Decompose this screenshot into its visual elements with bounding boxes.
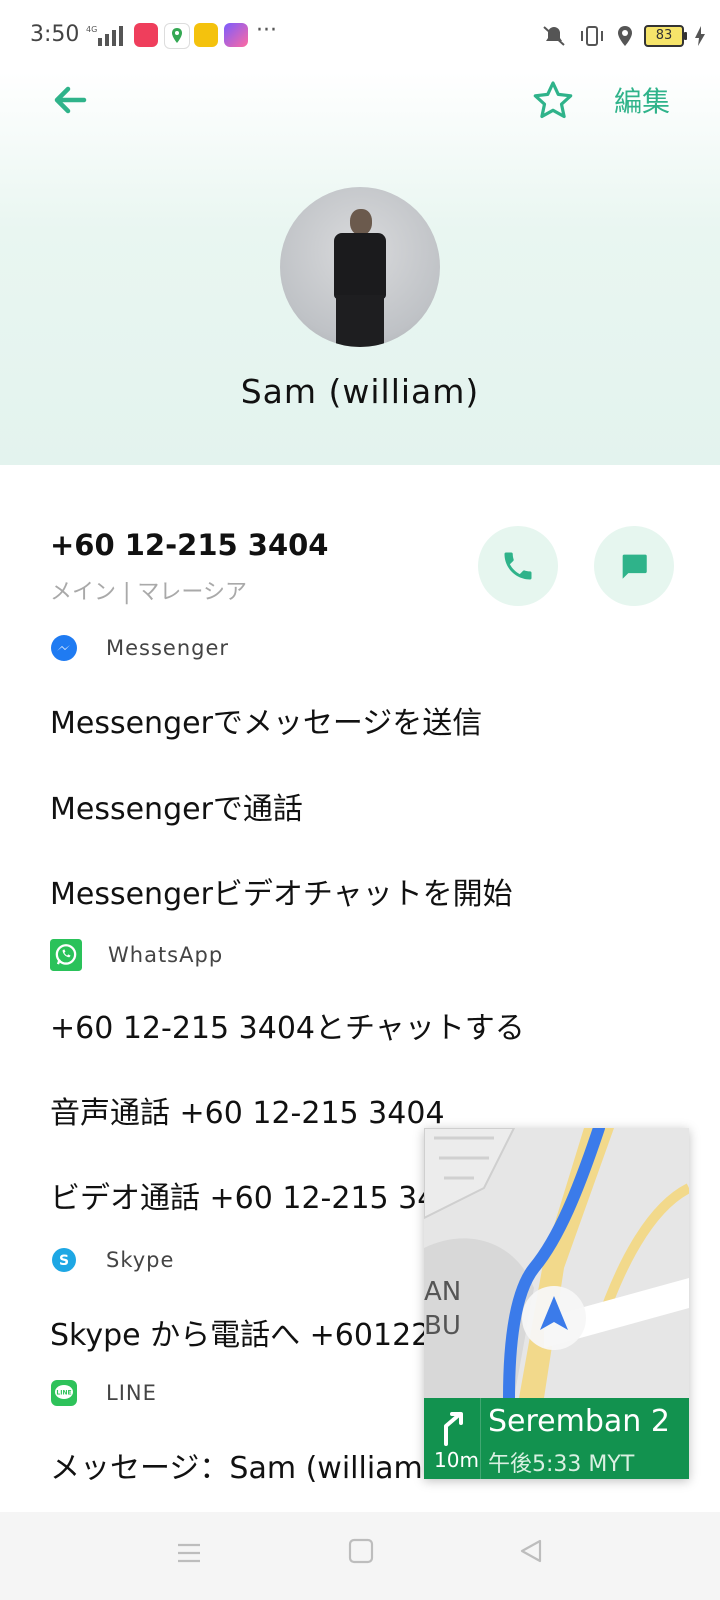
map-view: AN BU	[424, 1128, 689, 1398]
maps-app-icon	[164, 23, 190, 49]
messenger-video-chat[interactable]: Messengerビデオチャットを開始	[50, 869, 513, 913]
svg-text:S: S	[59, 1253, 69, 1269]
navigation-banner: 10m Seremban 2 午後5:33 MYT	[424, 1398, 689, 1479]
back-arrow-icon[interactable]	[48, 78, 92, 122]
line-icon: LINE	[51, 1380, 77, 1406]
section-label-skype: Skype	[106, 1248, 175, 1272]
whatsapp-chat[interactable]: +60 12-215 3404とチャットする	[50, 1003, 525, 1047]
section-label-whatsapp: WhatsApp	[108, 943, 224, 967]
message-button[interactable]	[594, 526, 674, 606]
system-navigation-bar	[0, 1512, 720, 1600]
svg-text:LINE: LINE	[56, 1390, 71, 1397]
destination-name: Seremban 2	[488, 1404, 670, 1439]
favorite-star-icon[interactable]	[530, 78, 576, 124]
signal-icon: 4G	[86, 25, 123, 46]
phone-icon	[504, 552, 532, 580]
section-label-line: LINE	[106, 1381, 157, 1405]
navigation-pip-window[interactable]: AN BU 10m Seremban 2 午後5:33 MYT	[424, 1128, 689, 1479]
messenger-icon	[51, 635, 77, 661]
status-time: 3:50	[30, 22, 80, 47]
battery-indicator: 83	[644, 25, 687, 47]
whatsapp-video-call[interactable]: ビデオ通話 +60 12-215 34	[50, 1173, 436, 1217]
skype-icon: S	[52, 1248, 76, 1272]
contact-name: Sam (william)	[240, 372, 480, 411]
messenger-call[interactable]: Messengerで通話	[50, 784, 303, 828]
back-triangle-icon[interactable]	[518, 1538, 544, 1564]
messenger-send-message[interactable]: Messengerでメッセージを送信	[50, 698, 482, 742]
location-icon	[618, 26, 632, 46]
avatar[interactable]	[280, 187, 440, 347]
vibrate-icon	[581, 26, 603, 46]
arrival-time: 午後5:33 MYT	[488, 1452, 635, 1477]
phone-label: メイン | マレーシア	[50, 580, 247, 605]
badge-app-icon	[194, 23, 218, 47]
section-label-messenger: Messenger	[106, 636, 230, 660]
mute-vibrate-icon	[543, 26, 565, 46]
music-app-icon	[134, 23, 158, 47]
shortcut-app-icon	[224, 23, 248, 47]
status-bar: 3:50 4G ··· 83	[0, 0, 720, 72]
home-icon[interactable]	[348, 1538, 374, 1564]
charging-icon	[695, 26, 705, 46]
whatsapp-section-header: WhatsApp	[50, 939, 223, 971]
whatsapp-voice-call[interactable]: 音声通話 +60 12-215 3404	[50, 1088, 445, 1132]
network-type: 4G	[86, 25, 97, 34]
messenger-section-header: Messenger	[50, 634, 229, 662]
map-label-1: AN	[424, 1277, 461, 1307]
phone-number[interactable]: +60 12-215 3404	[50, 528, 329, 562]
map-label-2: BU	[424, 1311, 461, 1341]
skype-section-header: S Skype	[50, 1246, 174, 1274]
edit-button[interactable]: 編集	[614, 80, 670, 120]
call-button[interactable]	[478, 526, 558, 606]
line-message[interactable]: メッセージ：Sam (william	[50, 1443, 423, 1487]
whatsapp-icon	[50, 939, 82, 971]
turn-distance: 10m	[434, 1448, 479, 1472]
turn-right-icon	[444, 1412, 463, 1446]
more-notifications-icon: ···	[256, 18, 277, 43]
skype-call-phone[interactable]: Skype から電話へ +60122	[50, 1310, 430, 1354]
message-icon	[622, 554, 647, 579]
line-section-header: LINE LINE	[50, 1379, 157, 1407]
recent-apps-icon[interactable]	[176, 1540, 202, 1566]
